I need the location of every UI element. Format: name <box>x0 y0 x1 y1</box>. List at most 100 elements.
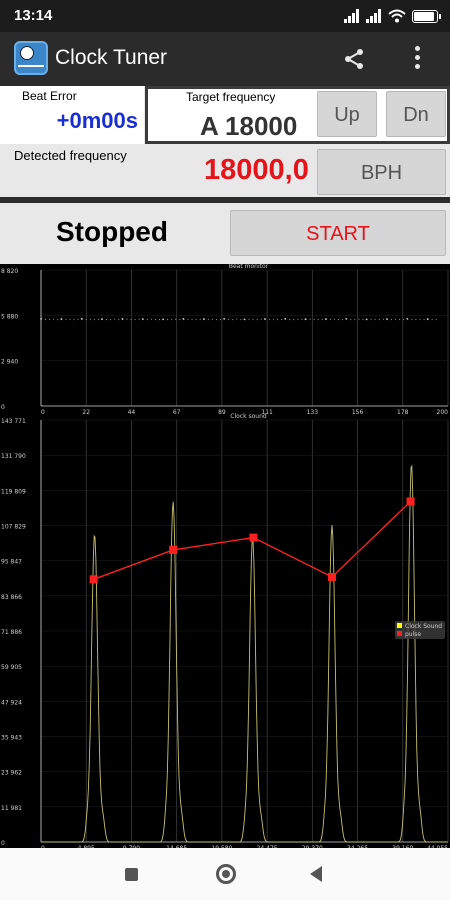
beat-dot <box>187 318 189 320</box>
beat-dot <box>301 319 303 321</box>
pulse-point <box>89 575 98 584</box>
action-bar: Clock Tuner <box>0 32 450 86</box>
signal-icon <box>344 9 360 23</box>
battery-icon <box>412 9 441 23</box>
y-tick-label: 2 940 <box>1 359 18 366</box>
beat-dot <box>423 319 425 321</box>
x-tick-label: 22 <box>82 409 90 416</box>
beat-dot <box>69 319 71 321</box>
beat-dot <box>203 319 205 321</box>
home-icon[interactable] <box>216 864 236 884</box>
beat-dot <box>281 319 283 321</box>
beat-dot <box>106 319 108 321</box>
down-button[interactable]: Dn <box>386 91 446 137</box>
beat-dot <box>163 318 164 320</box>
y-tick-label: 5 880 <box>1 313 18 320</box>
beat-dot <box>41 318 42 320</box>
beat-dot <box>358 318 360 320</box>
status-time: 13:14 <box>14 7 53 24</box>
beat-dot <box>65 318 67 320</box>
beat-dot <box>272 318 274 320</box>
beat-dot <box>354 319 356 321</box>
beat-dot <box>220 319 221 321</box>
beat-dot <box>382 318 384 320</box>
wifi-icon <box>388 9 406 23</box>
clock-sound-line <box>41 464 448 843</box>
y-tick-label: 23 962 <box>1 770 22 777</box>
beat-dot <box>317 319 319 321</box>
y-tick-label: 95 847 <box>1 559 22 566</box>
beat-dot <box>309 318 311 320</box>
beat-dot <box>232 319 234 321</box>
beat-dot <box>378 319 380 321</box>
beat-dot <box>207 319 209 321</box>
bph-button[interactable]: BPH <box>317 149 446 195</box>
beat-dot <box>313 319 315 321</box>
x-tick-label: 67 <box>173 409 181 416</box>
status-icons <box>344 8 441 24</box>
recent-apps-icon[interactable] <box>125 868 138 881</box>
share-icon[interactable] <box>342 47 366 71</box>
pulse-point <box>328 572 337 581</box>
back-icon[interactable] <box>310 866 322 882</box>
overflow-menu-icon[interactable] <box>412 46 422 72</box>
legend-swatch-clock-sound <box>397 623 402 628</box>
beat-dot <box>248 318 250 320</box>
pulse-point <box>249 533 258 542</box>
legend-label-pulse: pulse <box>405 631 421 638</box>
beat-dot <box>289 319 291 321</box>
beat-dot <box>81 319 83 321</box>
beat-dot <box>199 318 201 320</box>
navigation-bar <box>0 848 450 900</box>
beat-dot <box>329 319 331 321</box>
beat-dot <box>297 318 299 320</box>
beat-dot <box>427 319 429 321</box>
beat-dot <box>293 319 295 321</box>
y-tick-label: 11 981 <box>1 805 22 812</box>
beat-dot <box>236 318 238 320</box>
chart-title: Beat monitor <box>229 264 269 270</box>
beat-dot <box>89 318 91 320</box>
beat-dot <box>334 318 335 320</box>
beat-dot <box>93 319 95 321</box>
detected-frequency-label: Detected frequency <box>14 148 127 163</box>
beat-dot <box>305 319 307 321</box>
beat-dot <box>435 319 437 321</box>
beat-dot <box>386 319 388 321</box>
y-tick-label: 131 790 <box>1 453 26 460</box>
legend-label-clock-sound: Clock Sound <box>405 623 442 630</box>
beat-dot <box>415 319 417 321</box>
beat-dot <box>370 318 372 320</box>
beat-dot <box>53 318 55 320</box>
beat-dot <box>122 319 124 321</box>
chart-title: Clock sound <box>230 413 267 420</box>
control-panel: Beat Error +0m00s Target frequency A 180… <box>0 86 450 264</box>
beat-dot <box>191 319 193 321</box>
beat-dot <box>391 319 392 321</box>
beat-dot <box>228 319 230 321</box>
beat-dot <box>61 319 63 321</box>
beat-dot <box>240 319 242 321</box>
up-button[interactable]: Up <box>317 91 377 137</box>
beat-dot <box>411 319 413 321</box>
beat-dot <box>224 318 226 320</box>
status-bar: 13:14 <box>0 0 450 32</box>
y-tick-label: 8 820 <box>1 268 18 275</box>
beat-dot <box>395 318 396 320</box>
beat-dot <box>45 319 46 321</box>
beat-dot <box>97 319 99 321</box>
beat-dot <box>130 319 132 321</box>
beat-dot <box>362 319 364 321</box>
beat-dot <box>85 319 87 321</box>
detected-frequency-value: 18000,0 <box>204 154 309 186</box>
y-tick-label: 83 866 <box>1 594 22 601</box>
start-button[interactable]: START <box>230 210 446 256</box>
beat-dot <box>216 319 217 321</box>
beat-dot <box>118 319 120 321</box>
y-tick-label: 143 771 <box>1 418 26 425</box>
beat-dot <box>399 319 401 321</box>
beat-dot <box>260 318 262 320</box>
beat-dot <box>57 319 59 321</box>
beat-dot <box>321 318 323 320</box>
beat-dot <box>154 319 156 321</box>
